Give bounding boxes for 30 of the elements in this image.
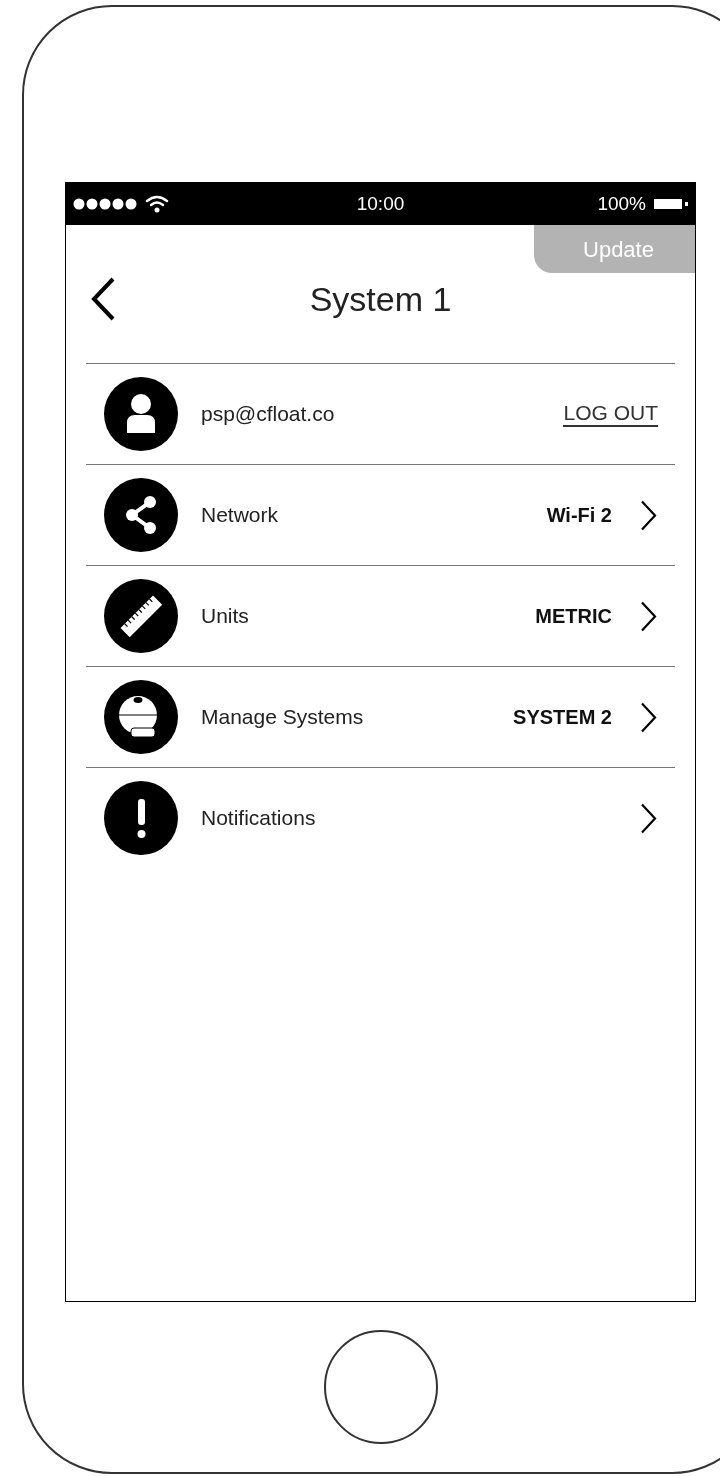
battery-percent: 100%	[597, 191, 646, 216]
chevron-icon	[640, 701, 657, 733]
battery-icon	[654, 198, 688, 210]
chevron-icon	[640, 802, 657, 834]
ruler-icon	[104, 579, 178, 653]
home-button[interactable]	[323, 1330, 438, 1444]
float-device-icon	[104, 680, 178, 754]
row-value: Wi-Fi 2	[546, 503, 612, 528]
screen-title: System 1	[309, 278, 452, 320]
settings-row[interactable]: Notifications	[86, 767, 675, 868]
row-value: SYSTEM 2	[513, 705, 612, 730]
person-icon	[104, 377, 178, 451]
row-label: Manage Systems	[201, 704, 365, 731]
chevron-icon	[640, 600, 657, 632]
row-label: Network	[201, 502, 280, 529]
settings-row[interactable]: Manage Systems SYSTEM 2	[86, 666, 675, 767]
row-value: METRIC	[535, 604, 612, 629]
logout-link[interactable]: LOG OUT	[563, 401, 658, 427]
row-label: psp@cfloat.co	[201, 401, 336, 428]
settings-row[interactable]: Units METRIC	[86, 565, 675, 666]
settings-row[interactable]: Network Wi-Fi 2	[86, 464, 675, 565]
alert-icon	[104, 781, 178, 855]
wifi-icon	[145, 195, 169, 213]
share-icon	[104, 478, 178, 552]
back-icon[interactable]	[90, 277, 116, 321]
row-label: Units	[201, 603, 250, 630]
status-time: 10:00	[356, 191, 405, 216]
account-row[interactable]: psp@cfloat.co LOG OUT	[86, 363, 675, 464]
row-label: Notifications	[201, 805, 317, 832]
chevron-icon	[640, 499, 657, 531]
